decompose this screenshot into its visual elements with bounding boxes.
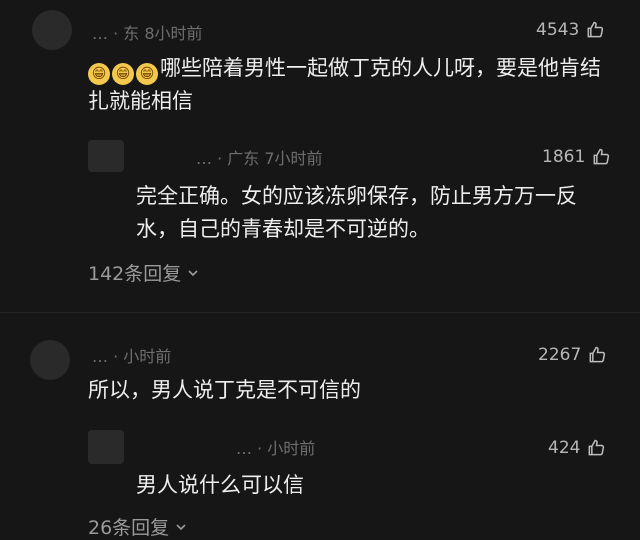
comment-meta: … · 小时前 <box>236 439 316 458</box>
grin-emoji-icon: 😁 <box>88 63 110 85</box>
avatar[interactable] <box>32 10 72 50</box>
reply-text: 男人说什么可以信 <box>136 473 304 497</box>
replies-count: 142条回复 <box>88 263 182 285</box>
like-count: 4543 <box>536 20 580 40</box>
avatar[interactable] <box>30 340 70 380</box>
like-button[interactable]: 1861 <box>542 147 611 167</box>
like-count: 1861 <box>542 147 586 167</box>
avatar[interactable] <box>88 140 124 172</box>
reply-text: 完全正确。女的应该冻卵保存，防止男方万一反水，自己的青春却是不可逆的。 <box>136 184 577 241</box>
replies-count: 26条回复 <box>88 517 170 539</box>
view-replies-button[interactable]: 26条回复 <box>88 513 187 540</box>
comment-meta: … · 小时前 <box>92 347 172 366</box>
like-button[interactable]: 424 <box>548 438 606 458</box>
thumbs-up-icon <box>589 439 605 456</box>
thumbs-up-icon <box>589 346 606 363</box>
thumbs-up-icon <box>593 148 610 165</box>
comment-meta: … · 东 8小时前 <box>92 24 203 43</box>
comment-meta: … · 广东 7小时前 <box>196 149 323 168</box>
avatar[interactable] <box>88 430 124 464</box>
view-replies-button[interactable]: 142条回复 <box>88 259 199 286</box>
like-button[interactable]: 2267 <box>538 345 607 365</box>
comment-text: 所以，男人说丁克是不可信的 <box>88 378 361 402</box>
thumbs-up-icon <box>587 21 604 38</box>
comment-text: 😁 😁 😁 哪些陪着男性一起做丁克的人儿呀，要是他肯结扎就能相信 <box>88 56 601 113</box>
divider <box>0 312 640 313</box>
grin-emoji-icon: 😁 <box>112 63 134 85</box>
grin-emoji-icon: 😁 <box>136 63 158 85</box>
chevron-down-icon <box>188 269 198 276</box>
like-count: 424 <box>548 438 581 458</box>
like-count: 2267 <box>538 345 582 365</box>
like-button[interactable]: 4543 <box>536 20 605 40</box>
